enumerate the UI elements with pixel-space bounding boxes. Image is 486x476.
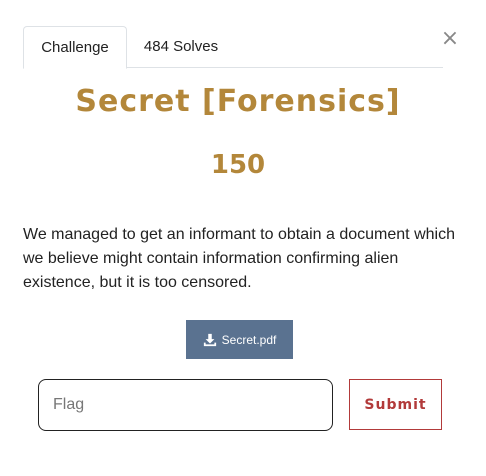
download-file-button[interactable]: Secret.pdf <box>186 320 293 359</box>
close-icon[interactable]: × <box>440 28 460 50</box>
challenge-tabs: Challenge 484 Solves <box>23 26 443 69</box>
tab-solves[interactable]: 484 Solves <box>131 26 231 68</box>
download-icon <box>203 333 216 346</box>
flag-input[interactable] <box>38 379 333 431</box>
challenge-description: We managed to get an informant to obtain… <box>23 226 455 291</box>
challenge-title: Secret [Forensics] <box>75 84 401 119</box>
tab-challenge[interactable]: Challenge <box>23 26 127 69</box>
submit-button[interactable]: Submit <box>349 379 442 430</box>
file-label: Secret.pdf <box>221 332 277 347</box>
challenge-points: 150 <box>210 150 266 180</box>
